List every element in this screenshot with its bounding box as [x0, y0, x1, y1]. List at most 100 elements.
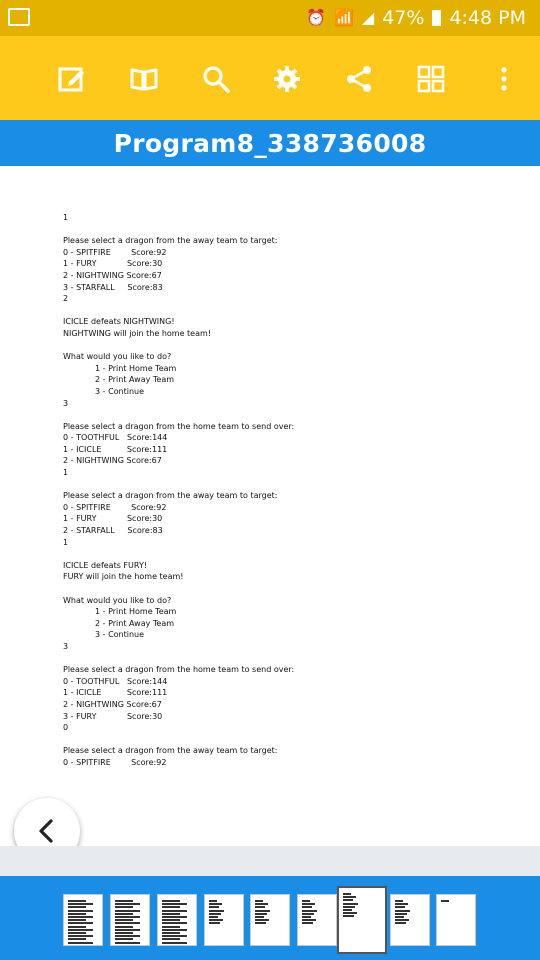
page-thumbnail[interactable] [297, 894, 337, 946]
thumbnail-text-mark [395, 909, 410, 912]
thumbnail-text-mark [68, 941, 93, 944]
page-thumbnail-strip [0, 876, 540, 960]
document-line: 0 - SPITFIRE Score:92 [63, 247, 167, 257]
page-thumbnail[interactable] [63, 894, 103, 946]
signal-icon: ◢ [361, 8, 375, 27]
thumbnail-text-mark [302, 919, 316, 922]
page-thumbnail[interactable] [157, 894, 197, 946]
document-line: 1 - ICICLE Score:111 [63, 688, 168, 698]
thumbnail-text-mark [115, 935, 140, 938]
image-icon [8, 8, 30, 26]
document-line: 3 - FURY Score:30 [63, 711, 163, 721]
thumbnail-text-mark [395, 922, 406, 925]
thumbnail-text-mark [162, 941, 187, 944]
document-line: 2 - NIGHTWING Score:67 [63, 456, 162, 466]
document-line: Please select a dragon from the home tea… [63, 421, 295, 431]
document-line: 2 - Print Away Team [95, 375, 175, 385]
settings-gear-icon[interactable] [270, 62, 304, 96]
thumbnail-text-mark [68, 912, 86, 915]
thumbnail-text-mark [162, 928, 187, 931]
thumbnail-text-mark [162, 916, 187, 918]
document-title-bar: Program8_338736008 [0, 120, 540, 166]
thumbnail-text-mark [343, 902, 358, 905]
document-line: 0 - SPITFIRE Score:92 [63, 502, 167, 512]
thumbnail-text-mark [302, 900, 310, 902]
document-line: 2 [63, 294, 69, 304]
thumbnail-text-mark [68, 925, 86, 928]
document-line: 0 - TOOTHFUL Score:144 [63, 676, 168, 686]
thumbnail-text-mark [162, 922, 187, 925]
document-title: Program8_338736008 [113, 129, 427, 158]
document-line: 2 - NIGHTWING Score:67 [63, 270, 162, 280]
more-vertical-icon[interactable] [487, 62, 521, 96]
thumbnail-text-mark [209, 906, 219, 909]
share-icon[interactable] [342, 62, 376, 96]
page-thumbnail[interactable] [250, 894, 290, 946]
thumbnail-text-mark [255, 922, 266, 925]
document-line: 1 - FURY Score:30 [63, 514, 163, 524]
thumbnail-text-mark [255, 912, 267, 915]
thumbnail-text-mark [68, 935, 93, 938]
thumbnail-text-mark [68, 916, 93, 918]
thumbnail-text-mark [343, 893, 351, 895]
page-thumbnail[interactable] [436, 894, 476, 946]
chevron-left-icon [39, 819, 53, 843]
thumbnail-text-mark [68, 922, 93, 925]
document-line: 2 - Print Away Team [95, 618, 175, 628]
book-icon[interactable] [127, 62, 161, 96]
document-line: What would you like to do? [63, 352, 172, 362]
thumbnail-text-mark [115, 925, 133, 928]
thumbnail-text-mark [115, 928, 140, 931]
page-thumbnail[interactable] [204, 894, 244, 946]
thumbnail-text-mark [343, 905, 355, 908]
thumbnail-text-mark [68, 938, 86, 941]
thumbnail-text-mark [115, 906, 133, 909]
document-line: NIGHTWING will join the home team! [63, 328, 212, 338]
thumbnail-text-mark [302, 903, 315, 906]
document-line: 1 [63, 468, 69, 478]
edit-icon[interactable] [55, 62, 89, 96]
thumbnail-text-mark [395, 900, 403, 902]
thumbnail-text-mark [255, 916, 264, 918]
thumbnail-text-mark [209, 922, 220, 925]
document-line: 0 - TOOTHFUL Score:144 [63, 433, 168, 443]
search-icon[interactable] [199, 62, 233, 96]
thumbnail-text-mark [115, 903, 140, 906]
document-page[interactable]: 1 Please select a dragon from the away te… [0, 166, 540, 846]
thumbnail-text-mark [162, 900, 180, 902]
document-line: 2 - STARFALL Score:83 [63, 526, 163, 536]
document-line: 1 - FURY Score:30 [63, 259, 163, 269]
thumbnail-text-mark [395, 919, 409, 922]
thumbnail-text-mark [162, 938, 180, 941]
document-line: ICICLE defeats FURY! [63, 560, 148, 570]
battery-percent: 47% [382, 7, 425, 29]
thumbnail-text-mark [68, 928, 93, 931]
grid-view-icon[interactable] [414, 62, 448, 96]
document-line: 3 - Continue [95, 386, 145, 396]
thumbnail-text-mark [255, 906, 265, 909]
page-thumbnail[interactable] [110, 894, 150, 946]
thumbnail-text-mark [302, 906, 312, 909]
thumbnail-text-mark [209, 916, 218, 918]
thumbnail-text-mark [162, 932, 180, 934]
page-thumbnail[interactable] [337, 886, 387, 954]
page-thumbnail[interactable] [390, 894, 430, 946]
thumbnail-text-mark [115, 922, 140, 925]
thumbnail-text-mark [115, 919, 133, 922]
page-divider [0, 846, 540, 876]
document-line: ICICLE defeats NIGHTWING! [63, 317, 175, 327]
thumbnail-text-mark [343, 915, 354, 918]
status-indicators: ⏰ 📶 ◢ 47% 4:48 PM [306, 6, 526, 30]
document-line: FURY will join the home team! [63, 572, 184, 582]
battery-icon [432, 10, 442, 26]
thumbnail-text-mark [395, 912, 407, 915]
wifi-icon: 📶 [333, 8, 354, 27]
thumbnail-text-mark [162, 903, 187, 906]
thumbnail-text-mark [115, 909, 140, 912]
alarm-icon: ⏰ [306, 8, 326, 27]
thumbnail-text-mark [343, 899, 353, 902]
